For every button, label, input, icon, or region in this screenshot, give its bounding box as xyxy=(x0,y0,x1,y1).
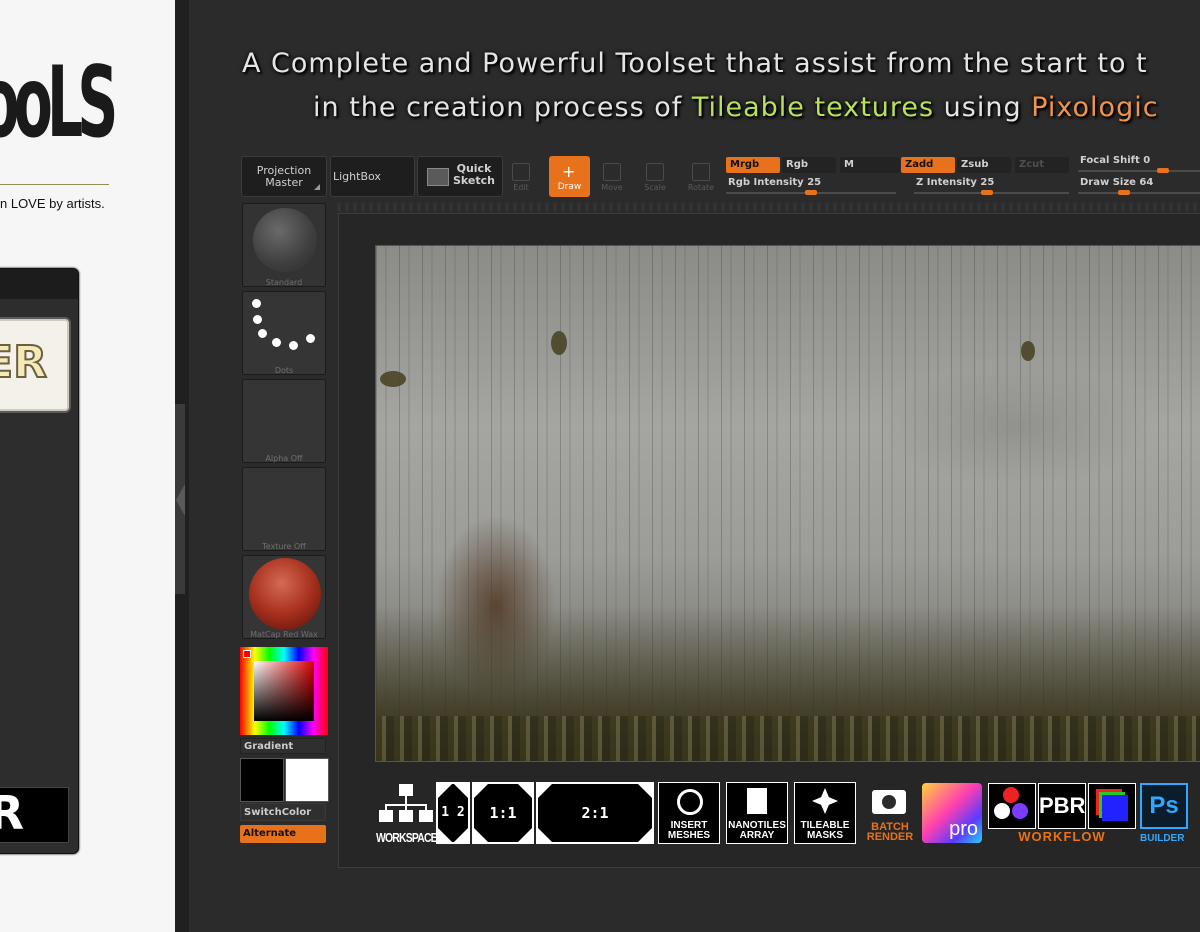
color-saturation-square[interactable] xyxy=(254,661,314,721)
ps-builder-button[interactable]: Ps BUILDER xyxy=(1140,783,1190,845)
moss-spot xyxy=(380,371,406,387)
headline-line-1: A Complete and Powerful Toolset that ass… xyxy=(242,48,1148,79)
draw-crosshair-icon: + xyxy=(562,162,576,181)
pbr-workflow-group: PBR WORKFLOW xyxy=(988,783,1136,845)
m-toggle[interactable]: M xyxy=(840,157,900,173)
alpha-selector[interactable]: Alpha Off xyxy=(242,379,326,463)
white-ball-icon xyxy=(994,803,1010,819)
color-picker[interactable] xyxy=(240,647,328,735)
camera-icon xyxy=(872,790,906,814)
collapse-arrow-icon[interactable] xyxy=(176,484,185,516)
draw-size-knob[interactable] xyxy=(1118,190,1130,195)
focal-shift-track[interactable] xyxy=(1078,170,1200,172)
move-icon xyxy=(603,163,621,181)
corner-arrow-icon xyxy=(314,184,320,190)
logo-divider xyxy=(0,184,109,185)
plugin-widget-preview: ER R xyxy=(0,268,79,854)
matcap-red-wax-icon xyxy=(249,558,321,630)
standard-brush-icon xyxy=(253,208,317,272)
moss-spot xyxy=(1021,341,1035,361)
tileable-masks-button[interactable]: TILEABLE MASKS xyxy=(794,782,856,844)
logo: TooLS xyxy=(0,46,119,160)
moss-spot xyxy=(551,331,567,355)
quick-sketch-button[interactable]: Quick Sketch xyxy=(417,156,503,197)
material-selector[interactable]: MatCap Red Wax xyxy=(242,555,326,639)
zsub-toggle[interactable]: Zsub xyxy=(957,157,1011,173)
widget-button[interactable]: ER xyxy=(0,317,71,413)
highlight-pixologic: Pixologic xyxy=(1031,92,1159,123)
color-marker[interactable] xyxy=(243,650,251,658)
nanotiles-array-button[interactable]: NANOTILES ARRAY xyxy=(726,782,788,844)
edit-button[interactable]: Edit xyxy=(509,163,533,192)
layers-button[interactable] xyxy=(1088,783,1136,829)
focal-shift-knob[interactable] xyxy=(1157,168,1169,173)
projection-master-button[interactable]: Projection Master xyxy=(241,156,327,197)
grass-strip xyxy=(376,716,1200,761)
scale-icon xyxy=(646,163,664,181)
rgb-intensity-slider[interactable]: Rgb Intensity 25 xyxy=(728,177,821,188)
pro-button[interactable]: pro xyxy=(922,783,982,843)
tagline: n LOVE by artists. xyxy=(0,196,105,211)
draw-size-track[interactable] xyxy=(1078,192,1200,194)
rotate-button[interactable]: Rotate xyxy=(686,163,716,192)
half-size-button[interactable]: 1 2 xyxy=(436,782,470,844)
two-to-one-button[interactable]: 2:1 xyxy=(536,782,654,844)
focal-shift-slider[interactable]: Focal Shift 0 xyxy=(1080,155,1150,166)
blue-layer-icon xyxy=(1102,795,1128,821)
insert-meshes-icon xyxy=(677,789,703,815)
tileable-texture-canvas[interactable] xyxy=(375,245,1200,762)
draw-button[interactable]: + Draw xyxy=(549,156,590,197)
insert-meshes-button[interactable]: INSERT MESHES xyxy=(658,782,720,844)
z-intensity-slider[interactable]: Z Intensity 25 xyxy=(916,177,994,188)
mrgb-toggle[interactable]: Mrgb xyxy=(726,157,780,173)
sketch-icon xyxy=(427,168,449,186)
one-to-one-button[interactable]: 1:1 xyxy=(472,782,534,844)
switch-color-button[interactable]: SwitchColor xyxy=(240,803,326,821)
brush-selector[interactable]: Standard xyxy=(242,203,326,287)
draw-size-slider[interactable]: Draw Size 64 xyxy=(1080,177,1153,188)
tileable-masks-icon xyxy=(812,788,838,814)
edit-icon xyxy=(512,163,530,181)
nanotiles-icon xyxy=(747,788,767,814)
canvas-ruler xyxy=(337,203,1200,211)
z-intensity-knob[interactable] xyxy=(981,190,993,195)
purple-ball-icon xyxy=(1012,803,1028,819)
gradient-toggle[interactable]: Gradient xyxy=(240,738,326,754)
color-balls-button[interactable] xyxy=(988,783,1036,829)
texture-selector[interactable]: Texture Off xyxy=(242,467,326,551)
headline-line-2: in the creation process of Tileable text… xyxy=(313,92,1159,123)
scale-button[interactable]: Scale xyxy=(642,163,668,192)
batch-render-button[interactable]: BATCH RENDER xyxy=(862,782,918,844)
red-ball-icon xyxy=(1003,787,1019,803)
alternate-button[interactable]: Alternate xyxy=(240,825,326,843)
highlight-tileable: Tileable textures xyxy=(691,92,935,123)
zadd-toggle[interactable]: Zadd xyxy=(901,157,955,173)
rgb-intensity-knob[interactable] xyxy=(805,190,817,195)
stroke-selector[interactable]: Dots xyxy=(242,291,326,375)
move-button[interactable]: Move xyxy=(599,163,625,192)
left-webpage-panel: TooLS n LOVE by artists. ER R xyxy=(0,0,175,932)
workspace-label: WORKSPACE xyxy=(376,830,438,845)
secondary-color-swatch[interactable] xyxy=(285,758,329,802)
main-color-swatch[interactable] xyxy=(240,758,284,802)
zbrush-showcase: A Complete and Powerful Toolset that ass… xyxy=(189,0,1200,932)
zcut-toggle[interactable]: Zcut xyxy=(1015,157,1069,173)
widget-header xyxy=(0,269,78,299)
widget-black-button[interactable]: R xyxy=(0,787,69,843)
rotate-icon xyxy=(692,163,710,181)
photoshop-icon: Ps xyxy=(1140,783,1188,829)
lightbox-button[interactable]: LightBox xyxy=(330,156,415,197)
rgb-toggle[interactable]: Rgb xyxy=(782,157,836,173)
pbr-button[interactable]: PBR xyxy=(1038,783,1086,829)
